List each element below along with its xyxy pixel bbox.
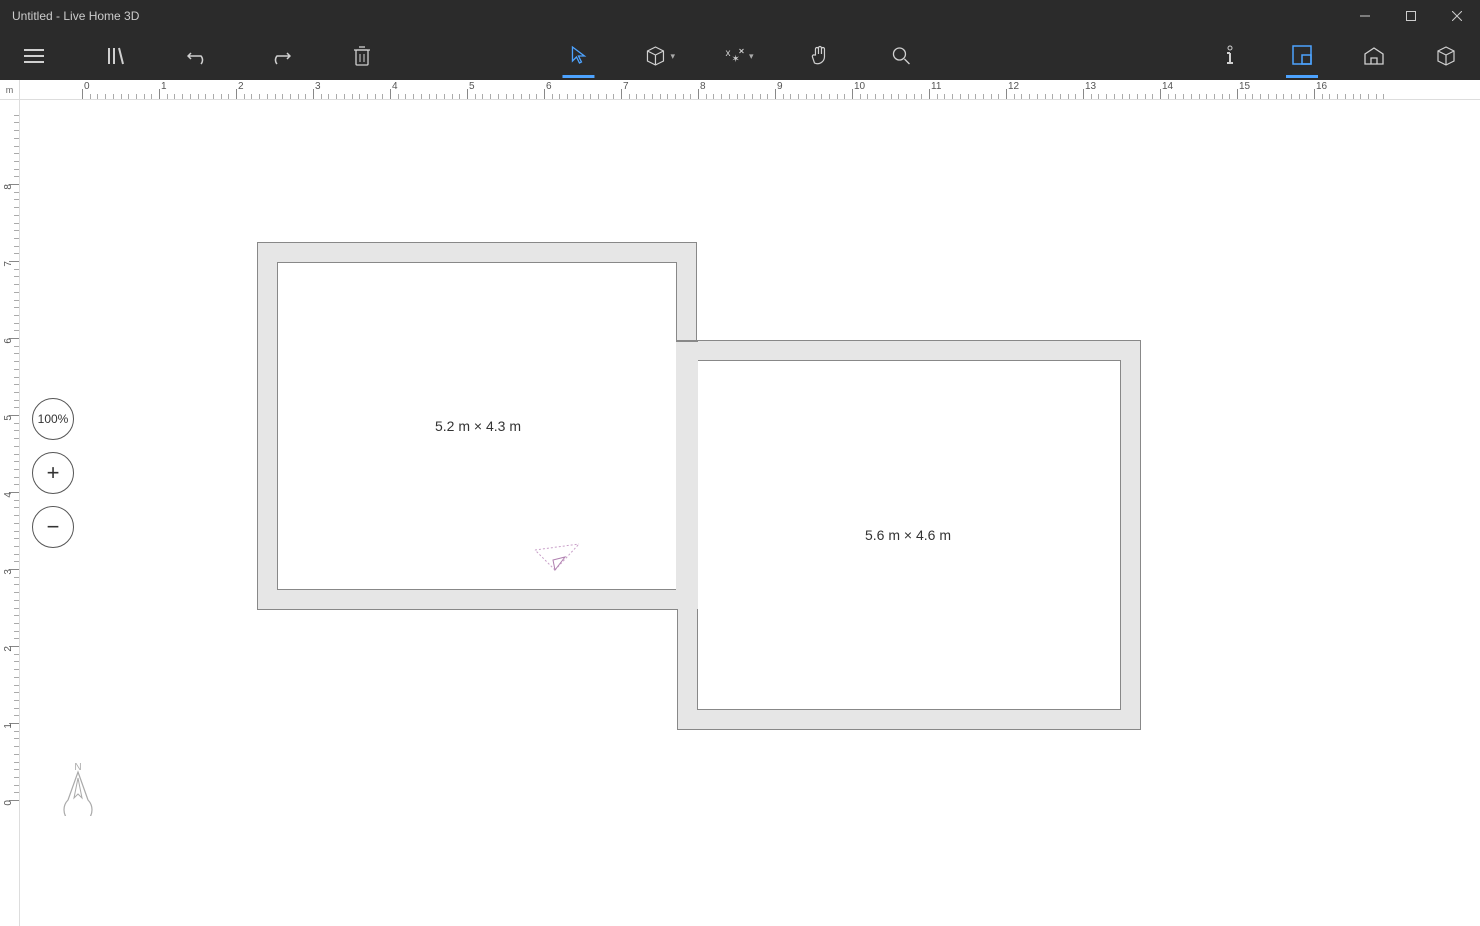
info-button[interactable] xyxy=(1214,34,1246,78)
select-tool-button[interactable] xyxy=(562,34,594,78)
ruler-v-label: 8 xyxy=(4,184,15,190)
menu-button[interactable] xyxy=(18,34,50,78)
dimensions-tool-button[interactable]: x✶ ▾ xyxy=(725,34,754,78)
view-2d-button[interactable] xyxy=(1286,34,1318,78)
toolbar: ▾ x✶ ▾ xyxy=(0,32,1480,80)
canvas[interactable]: 5.2 m × 4.3 m 5.6 m × 4.6 m xyxy=(20,100,1480,926)
horizontal-ruler: 012345678910111213141516 xyxy=(20,80,1480,100)
ruler-v-label: 1 xyxy=(4,723,15,729)
chevron-down-icon: ▾ xyxy=(749,51,754,62)
ruler-v-label: 3 xyxy=(4,569,15,575)
chevron-down-icon: ▾ xyxy=(670,51,675,62)
ruler-h-label: 4 xyxy=(392,81,398,92)
undo-button[interactable] xyxy=(182,34,214,78)
delete-button[interactable] xyxy=(346,34,378,78)
ruler-h-label: 14 xyxy=(1162,81,1173,92)
ruler-h-label: 0 xyxy=(84,81,90,92)
library-button[interactable] xyxy=(100,34,132,78)
ruler-v-label: 5 xyxy=(4,415,15,421)
window-title: Untitled - Live Home 3D xyxy=(12,9,1342,23)
zoom-out-button[interactable]: − xyxy=(32,506,74,548)
ruler-h-label: 2 xyxy=(238,81,244,92)
vertical-ruler: 0 1 2 3 4 5 6 7 8 xyxy=(0,100,20,926)
camera-icon[interactable] xyxy=(525,520,585,585)
view-elevation-button[interactable] xyxy=(1358,34,1390,78)
ruler-h-label: 15 xyxy=(1239,81,1250,92)
pan-tool-button[interactable] xyxy=(804,34,836,78)
redo-button[interactable] xyxy=(264,34,296,78)
ruler-h-label: 13 xyxy=(1085,81,1096,92)
search-button[interactable] xyxy=(886,34,918,78)
ruler-h-label: 3 xyxy=(315,81,321,92)
ruler-h-label: 7 xyxy=(623,81,629,92)
ruler-h-label: 1 xyxy=(161,81,167,92)
ruler-unit: m xyxy=(0,80,20,100)
svg-text:✶: ✶ xyxy=(731,54,739,65)
wall-seam-cover xyxy=(676,341,698,609)
ruler-h-label: 6 xyxy=(546,81,552,92)
zoom-in-button[interactable]: + xyxy=(32,452,74,494)
ruler-v-label: 6 xyxy=(4,338,15,344)
maximize-button[interactable] xyxy=(1388,0,1434,32)
room-1-dimensions-label: 5.2 m × 4.3 m xyxy=(435,418,521,434)
shapes-tool-button[interactable]: ▾ xyxy=(644,34,675,78)
close-button[interactable] xyxy=(1434,0,1480,32)
svg-text:x: x xyxy=(725,48,730,59)
compass-icon[interactable]: N xyxy=(58,760,98,816)
zoom-controls: 100% + − xyxy=(32,398,74,548)
ruler-v-label: 4 xyxy=(4,492,15,498)
room-2-dimensions-label: 5.6 m × 4.6 m xyxy=(865,527,951,543)
ruler-h-label: 10 xyxy=(854,81,865,92)
ruler-v-label: 0 xyxy=(4,800,15,806)
ruler-v-label: 7 xyxy=(4,261,15,267)
ruler-h-label: 12 xyxy=(1008,81,1019,92)
window-controls xyxy=(1342,0,1480,32)
zoom-level-button[interactable]: 100% xyxy=(32,398,74,440)
ruler-h-label: 11 xyxy=(931,81,941,92)
ruler-h-label: 16 xyxy=(1316,81,1327,92)
titlebar: Untitled - Live Home 3D xyxy=(0,0,1480,32)
ruler-h-label: 8 xyxy=(700,81,706,92)
view-3d-button[interactable] xyxy=(1430,34,1462,78)
ruler-v-label: 2 xyxy=(4,646,15,652)
ruler-h-label: 9 xyxy=(777,81,783,92)
minimize-button[interactable] xyxy=(1342,0,1388,32)
ruler-h-label: 5 xyxy=(469,81,475,92)
